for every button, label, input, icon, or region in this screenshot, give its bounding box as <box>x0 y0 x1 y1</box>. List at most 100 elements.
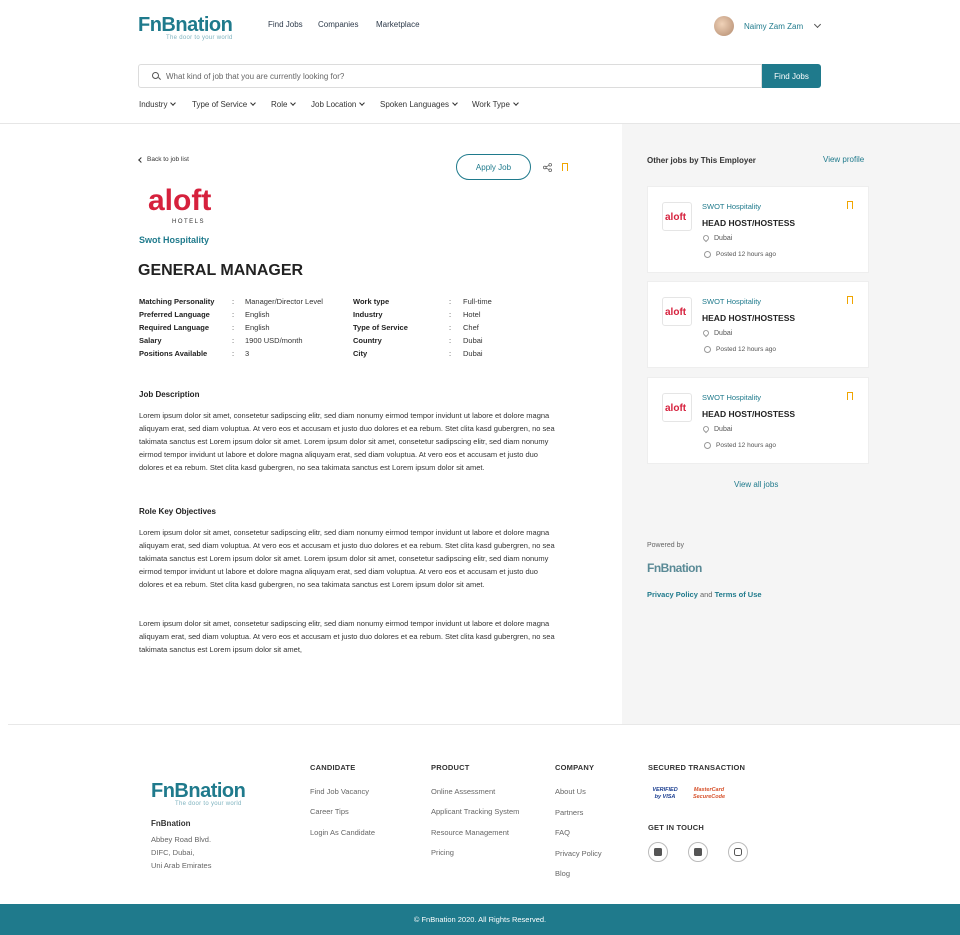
back-to-job-list-link[interactable]: Back to job list <box>138 156 189 163</box>
chevron-down-icon <box>513 100 519 106</box>
job-details-left: Matching Personality: Manager/Director Le… <box>139 297 323 362</box>
footer-address-line: DIFC, Dubai, <box>151 848 195 857</box>
footer-link[interactable]: FAQ <box>555 828 570 837</box>
detail-row: Country: Dubai <box>353 336 483 345</box>
job-details-right: Work type: Full-time Industry: Hotel Type … <box>353 297 492 362</box>
role-objectives-text: Lorem ipsum dolor sit amet, consetetur s… <box>139 528 555 589</box>
footer-logo[interactable]: FnBnation The door to your world <box>151 780 246 807</box>
view-all-jobs-link[interactable]: View all jobs <box>734 480 778 489</box>
location-icon <box>701 328 711 338</box>
top-header: FnBnation The door to your world Find Jo… <box>0 0 960 124</box>
privacy-policy-link[interactable]: Privacy Policy <box>647 590 698 599</box>
powered-by-label: Powered by <box>647 542 684 549</box>
job-title: GENERAL MANAGER <box>138 262 304 279</box>
footer-address-line: Uni Arab Emirates <box>151 861 212 870</box>
company-logo: aloft <box>662 393 692 422</box>
company-heading: COMPANY <box>555 763 595 772</box>
clock-icon <box>704 442 711 449</box>
chevron-down-icon <box>290 100 297 106</box>
chevron-down-icon <box>250 100 256 106</box>
linkedin-icon[interactable] <box>688 842 708 862</box>
nav-marketplace[interactable]: Marketplace <box>376 20 420 29</box>
role-objectives-text-2: Lorem ipsum dolor sit amet, consetetur s… <box>139 619 555 654</box>
candidate-heading: CANDIDATE <box>310 763 356 772</box>
bookmark-icon[interactable] <box>562 163 568 174</box>
mastercard-securecode-badge: MasterCard SecureCode <box>692 787 726 800</box>
svg-text:aloft: aloft <box>665 212 687 223</box>
svg-text:HOTELS: HOTELS <box>172 219 205 225</box>
search-input[interactable]: What kind of job that you are currently … <box>138 64 762 88</box>
company-logo: aloft <box>662 297 692 326</box>
job-description-heading: Job Description <box>139 390 200 399</box>
location-icon <box>701 233 711 243</box>
bookmark-icon[interactable] <box>847 201 853 212</box>
search-icon <box>152 72 159 79</box>
job-description-text: Lorem ipsum dolor sit amet, consetetur s… <box>139 411 555 472</box>
detail-row: City: Dubai <box>353 349 483 358</box>
filter-spoken-languages[interactable]: Spoken Languages <box>380 100 458 109</box>
footer-link[interactable]: Login As Candidate <box>310 828 375 837</box>
clock-icon <box>704 251 711 258</box>
footer-link[interactable]: Partners <box>555 808 583 817</box>
bookmark-icon[interactable] <box>847 392 853 403</box>
instagram-icon[interactable] <box>728 842 748 862</box>
footer-link[interactable]: Pricing <box>431 848 454 857</box>
footer-link[interactable]: Career Tips <box>310 807 349 816</box>
footer-company-name: FnBnation <box>151 819 191 828</box>
nav-companies[interactable]: Companies <box>318 20 358 29</box>
location-icon <box>701 424 711 434</box>
footer-link[interactable]: Online Assessment <box>431 787 495 796</box>
detail-row: Work type: Full-time <box>353 297 492 306</box>
footer-link[interactable]: Find Job Vacancy <box>310 787 369 796</box>
company-logo: aloft <box>662 202 692 231</box>
filter-industry[interactable]: Industry <box>139 100 177 109</box>
detail-row: Required Language: English <box>139 323 270 332</box>
svg-text:aloft: aloft <box>665 307 687 318</box>
copyright-bar: © FnBnation 2020. All Rights Reserved. <box>0 904 960 935</box>
share-icon[interactable] <box>543 163 552 172</box>
svg-text:aloft: aloft <box>148 184 211 217</box>
svg-text:aloft: aloft <box>665 403 687 414</box>
view-profile-link[interactable]: View profile <box>823 155 864 164</box>
bookmark-icon[interactable] <box>847 296 853 307</box>
detail-row: Industry: Hotel <box>353 310 481 319</box>
footer-link[interactable]: Resource Management <box>431 828 509 837</box>
find-jobs-button[interactable]: Find Jobs <box>762 64 821 88</box>
detail-row: Type of Service: Chef <box>353 323 479 332</box>
footer-link[interactable]: Privacy Policy <box>555 849 602 858</box>
company-name-link[interactable]: Swot Hospitality <box>139 235 209 245</box>
get-in-touch-heading: GET IN TOUCH <box>648 823 705 832</box>
filter-type-of-service[interactable]: Type of Service <box>192 100 256 109</box>
job-card[interactable]: aloft SWOT Hospitality HEAD HOST/HOSTESS… <box>647 186 869 273</box>
policy-links: Privacy Policy and Terms of Use <box>647 590 762 599</box>
chevron-down-icon <box>452 100 458 106</box>
filter-role[interactable]: Role <box>271 100 297 109</box>
role-objectives-heading: Role Key Objectives <box>139 507 216 516</box>
company-logo: aloft HOTELS <box>146 183 236 225</box>
facebook-icon[interactable] <box>648 842 668 862</box>
footer-address-line: Abbey Road Blvd. <box>151 835 212 844</box>
chevron-down-icon <box>359 100 366 106</box>
detail-row: Matching Personality: Manager/Director Le… <box>139 297 323 306</box>
footer-link[interactable]: About Us <box>555 787 586 796</box>
secured-transaction-heading: SECURED TRANSACTION <box>648 763 746 772</box>
job-card[interactable]: aloft SWOT Hospitality HEAD HOST/HOSTESS… <box>647 377 869 464</box>
detail-row: Salary:1900 USD/month <box>139 336 303 345</box>
filter-work-type[interactable]: Work Type <box>472 100 519 109</box>
footer-link[interactable]: Blog <box>555 869 570 878</box>
other-jobs-heading: Other jobs by This Employer <box>647 156 756 165</box>
fnbnation-small-logo: FnBnation <box>647 561 702 575</box>
chevron-down-icon <box>170 100 177 106</box>
fnbnation-logo[interactable]: FnBnation The door to your world <box>138 14 233 41</box>
footer-link[interactable]: Applicant Tracking System <box>431 807 519 816</box>
apply-job-button[interactable]: Apply Job <box>456 154 531 180</box>
job-card[interactable]: aloft SWOT Hospitality HEAD HOST/HOSTESS… <box>647 281 869 368</box>
filter-job-location[interactable]: Job Location <box>311 100 366 109</box>
chevron-down-icon <box>814 20 822 29</box>
user-menu[interactable]: Naimy Zam Zam <box>714 16 822 36</box>
nav-find-jobs[interactable]: Find Jobs <box>268 20 303 29</box>
terms-of-use-link[interactable]: Terms of Use <box>715 590 762 599</box>
footer-divider <box>8 724 960 725</box>
verified-by-visa-badge: VERIFIED by VISA <box>652 787 678 800</box>
detail-row: Preferred Language: English <box>139 310 270 319</box>
